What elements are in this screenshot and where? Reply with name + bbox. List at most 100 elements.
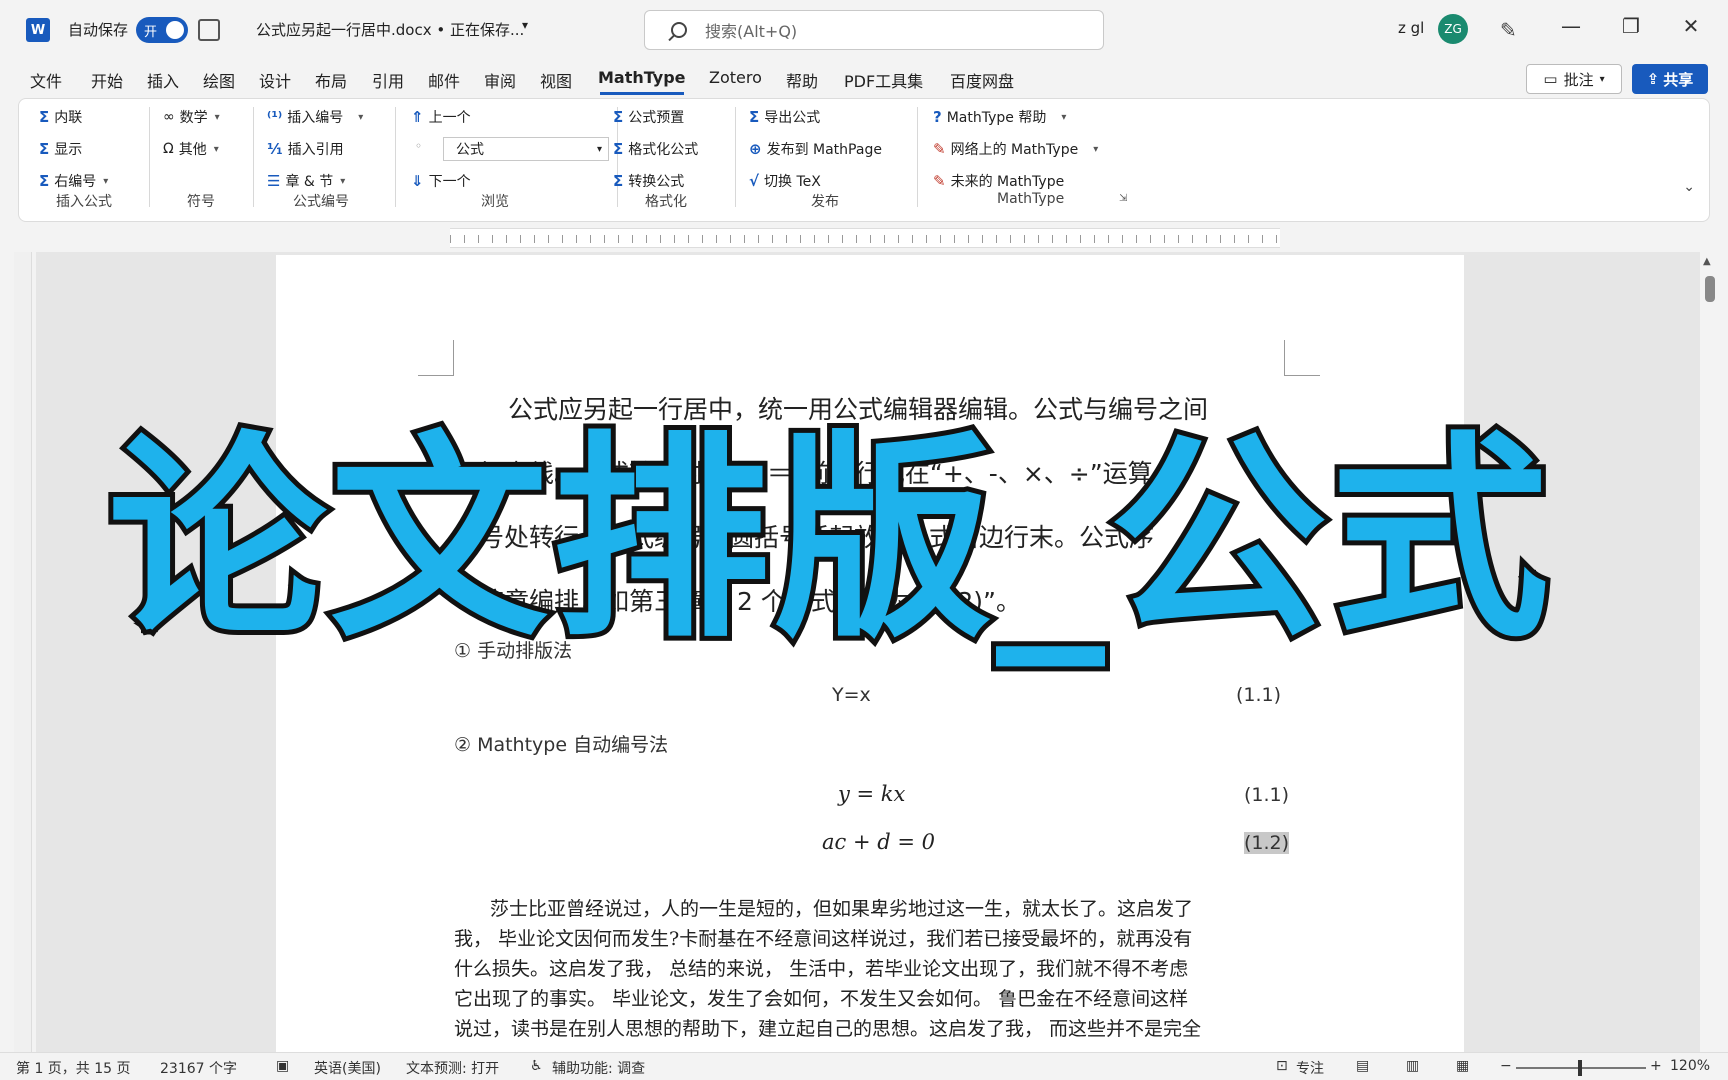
text-predictions[interactable]: 文本预测: 打开 bbox=[406, 1058, 499, 1078]
equation-presets-button[interactable]: Σ 公式预置 bbox=[613, 107, 684, 127]
comments-button[interactable]: ▭ 批注 ▾ bbox=[1526, 64, 1622, 94]
document-title[interactable]: 公式应另起一行居中.docx • 正在保存... bbox=[256, 19, 524, 40]
comment-icon: ▭ bbox=[1543, 70, 1558, 88]
arrow-down-icon: ⇓ bbox=[411, 172, 424, 190]
future-icon: ✎ bbox=[933, 172, 946, 190]
tab-view[interactable]: 视图 bbox=[540, 68, 572, 92]
web-layout-icon[interactable]: ▦ bbox=[1456, 1058, 1469, 1074]
proofing-icon[interactable]: ▣ bbox=[276, 1058, 289, 1074]
style-icon: ◦ bbox=[415, 139, 423, 153]
number-icon: ⁽¹⁾ bbox=[267, 108, 283, 126]
infinity-icon: ∞ bbox=[163, 109, 175, 125]
chevron-down-icon: ▾ bbox=[1061, 111, 1067, 123]
format-equations-button[interactable]: Σ 格式化公式 bbox=[613, 139, 698, 159]
group-label-format: 格式化 bbox=[645, 194, 687, 210]
equation-number: (1.1) bbox=[1244, 784, 1290, 806]
accessibility-status[interactable]: 辅助功能: 调查 bbox=[552, 1058, 645, 1078]
vertical-ruler[interactable] bbox=[14, 252, 32, 1052]
restore-icon[interactable]: ❐ bbox=[1616, 14, 1646, 38]
horizontal-ruler[interactable] bbox=[450, 228, 1280, 248]
read-mode-icon[interactable]: ▤ bbox=[1356, 1058, 1369, 1074]
user-name[interactable]: z gl bbox=[1398, 19, 1424, 37]
tab-baidu-netdisk[interactable]: 百度网盘 bbox=[950, 68, 1014, 92]
mathtype-help-button[interactable]: ? MathType 帮助 ▾ bbox=[933, 107, 1066, 127]
chevron-down-icon[interactable]: ▾ bbox=[522, 18, 528, 32]
inline-equation-button[interactable]: Σ 内联 bbox=[39, 107, 82, 127]
publish-mathpage-button[interactable]: ⊕ 发布到 MathPage bbox=[749, 139, 882, 159]
search-box[interactable]: 搜索(Alt+Q) bbox=[644, 10, 1104, 50]
convert-icon: Σ bbox=[613, 172, 624, 190]
tab-mailings[interactable]: 邮件 bbox=[428, 68, 460, 92]
zoom-out-icon[interactable]: − bbox=[1500, 1058, 1512, 1074]
scroll-up-icon[interactable]: ▲ bbox=[1703, 256, 1711, 267]
tab-draw[interactable]: 绘图 bbox=[203, 68, 235, 92]
save-icon[interactable] bbox=[198, 19, 220, 41]
scrollbar-thumb[interactable] bbox=[1705, 276, 1715, 302]
video-title-overlay: 论文排版_公式 bbox=[103, 414, 1554, 667]
print-layout-icon[interactable]: ▥ bbox=[1406, 1058, 1419, 1074]
body-text-line: 说过，读书是在别人思想的帮助下，建立起自己的思想。这启发了我， 而这些并不是完全 bbox=[454, 1018, 1202, 1040]
tab-layout[interactable]: 布局 bbox=[315, 68, 347, 92]
page-count[interactable]: 第 1 页，共 15 页 bbox=[16, 1058, 131, 1078]
tab-insert[interactable]: 插入 bbox=[147, 68, 179, 92]
sigma-icon: Σ bbox=[39, 108, 50, 126]
zoom-slider-thumb[interactable] bbox=[1578, 1060, 1582, 1076]
vertical-scrollbar[interactable] bbox=[1700, 252, 1722, 1052]
globe-icon: ⊕ bbox=[749, 140, 762, 158]
close-icon[interactable]: ✕ bbox=[1676, 14, 1706, 38]
insert-number-button[interactable]: ⁽¹⁾ 插入编号 ▾ bbox=[267, 107, 363, 127]
convert-equations-button[interactable]: Σ 转换公式 bbox=[613, 171, 684, 191]
zoom-level[interactable]: 120% bbox=[1670, 1058, 1710, 1074]
other-symbols-button[interactable]: Ω 其他 ▾ bbox=[163, 139, 219, 159]
zoom-in-icon[interactable]: + bbox=[1650, 1058, 1662, 1074]
chapters-sections-button[interactable]: ☰ 章 & 节 ▾ bbox=[267, 171, 345, 191]
tab-review[interactable]: 审阅 bbox=[484, 68, 516, 92]
previous-button[interactable]: ⇑ 上一个 bbox=[411, 107, 471, 127]
tab-references[interactable]: 引用 bbox=[372, 68, 404, 92]
equation-2[interactable]: ac + d = 0 bbox=[822, 830, 935, 854]
focus-mode[interactable]: 专注 bbox=[1296, 1058, 1324, 1078]
arrow-up-icon: ⇑ bbox=[411, 108, 424, 126]
method-label-mathtype: ② Mathtype 自动编号法 bbox=[454, 734, 669, 756]
sigma-icon: Σ bbox=[39, 172, 50, 190]
accessibility-icon: ♿ bbox=[530, 1058, 543, 1074]
help-icon: ? bbox=[933, 108, 942, 126]
tab-file[interactable]: 文件 bbox=[30, 68, 62, 92]
tab-help[interactable]: 帮助 bbox=[786, 68, 818, 92]
web-icon: ✎ bbox=[933, 140, 946, 158]
autosave-toggle[interactable]: 开 bbox=[136, 17, 188, 43]
group-label-publish: 发布 bbox=[811, 194, 839, 210]
toggle-tex-button[interactable]: √ 切换 TeX bbox=[749, 171, 821, 191]
next-button[interactable]: ⇓ 下一个 bbox=[411, 171, 471, 191]
dialog-launcher-icon[interactable]: ⇲ bbox=[1119, 193, 1127, 204]
chevron-down-icon: ▾ bbox=[214, 111, 220, 123]
insert-reference-button[interactable]: ¹⁄₁ 插入引用 bbox=[267, 139, 344, 159]
math-symbols-button[interactable]: ∞ 数学 ▾ bbox=[163, 107, 220, 127]
equation-1[interactable]: y = kx bbox=[838, 782, 905, 806]
mathtype-on-web-button[interactable]: ✎ 网络上的 MathType ▾ bbox=[933, 139, 1098, 159]
tab-zotero[interactable]: Zotero bbox=[709, 68, 762, 87]
equation-number-selected: (1.2) bbox=[1244, 832, 1290, 854]
ribbon: Σ 内联 Σ 显示 Σ 右编号 ▾ 插入公式 ∞ 数学 ▾ Ω 其他 ▾ 符号 ⁽¹⁾ 插入编号 ▾… bbox=[18, 98, 1710, 222]
pen-icon[interactable]: ✎ bbox=[1500, 18, 1517, 42]
collapse-ribbon-icon[interactable]: ⌄ bbox=[1683, 179, 1695, 195]
right-numbered-button[interactable]: Σ 右编号 ▾ bbox=[39, 171, 108, 191]
language[interactable]: 英语(美国) bbox=[314, 1058, 381, 1078]
export-equations-button[interactable]: Σ 导出公式 bbox=[749, 107, 820, 127]
active-tab-indicator bbox=[600, 92, 684, 95]
avatar[interactable]: ZG bbox=[1438, 14, 1468, 44]
future-mathtype-button[interactable]: ✎ 未来的 MathType bbox=[933, 171, 1064, 191]
share-button[interactable]: ⇪ 共享 bbox=[1632, 64, 1708, 94]
group-label-equation-numbers: 公式编号 bbox=[293, 194, 349, 210]
tab-pdf-tools[interactable]: PDF工具集 bbox=[844, 68, 923, 92]
browse-style-select[interactable]: 公式 ▾ bbox=[443, 137, 609, 161]
tab-home[interactable]: 开始 bbox=[91, 68, 123, 92]
word-app-icon: W bbox=[26, 18, 50, 42]
search-placeholder: 搜索(Alt+Q) bbox=[705, 22, 798, 41]
word-count[interactable]: 23167 个字 bbox=[160, 1058, 237, 1078]
chevron-down-icon: ▾ bbox=[358, 111, 364, 123]
tab-mathtype[interactable]: MathType bbox=[598, 68, 686, 87]
minimize-icon[interactable]: — bbox=[1556, 14, 1586, 38]
tab-design[interactable]: 设计 bbox=[259, 68, 291, 92]
display-equation-button[interactable]: Σ 显示 bbox=[39, 139, 82, 159]
